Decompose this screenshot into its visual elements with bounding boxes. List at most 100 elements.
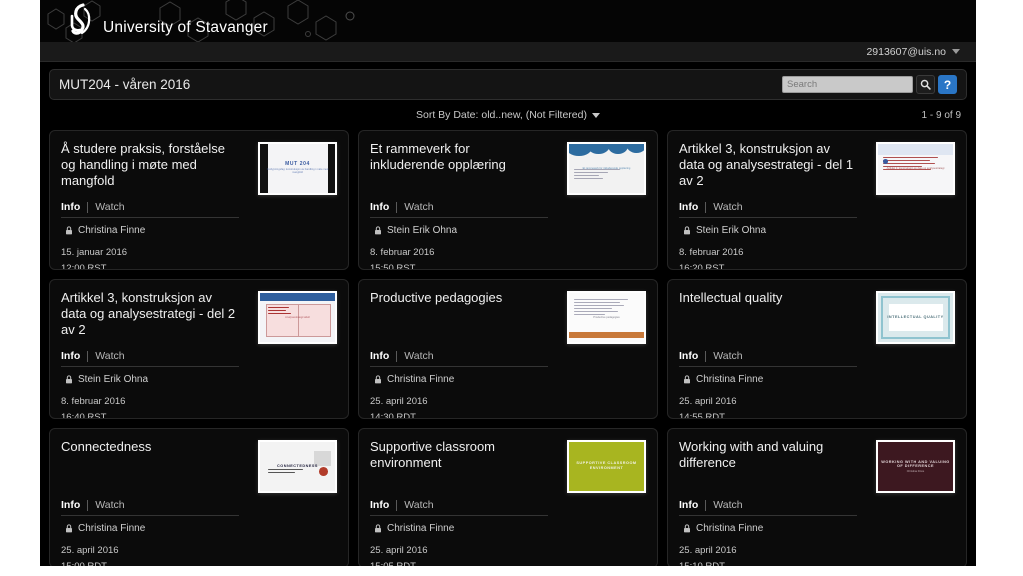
watch-link[interactable]: Watch — [404, 201, 433, 213]
session-card[interactable]: Productive pedagogies Productive pedagog… — [358, 279, 658, 419]
session-thumbnail[interactable]: SUPPORTIVE CLASSROOM ENVIRONMENT — [567, 440, 646, 493]
thumbnail-subtext: Analysestrategi tabell — [285, 316, 310, 320]
session-card[interactable]: Supportive classroom environment SUPPORT… — [358, 428, 658, 566]
card-links-row: Info Watch — [679, 499, 857, 516]
presenter-name: Christina Finne — [387, 374, 455, 385]
session-date: 8. februar 2016 — [370, 247, 435, 258]
session-date: 8. februar 2016 — [679, 247, 744, 258]
session-date: 25. april 2016 — [61, 545, 119, 556]
card-head: Et rammeverk for inkluderende opplæring … — [370, 141, 646, 195]
card-links-row: Info Watch — [679, 201, 857, 218]
link-separator — [87, 201, 89, 213]
session-meta: 25. april 2016 15:00 RDT 4 Minutes 6 Sec… — [61, 543, 337, 566]
info-link[interactable]: Info — [679, 350, 698, 362]
session-title: Et rammeverk for inkluderende opplæring — [370, 141, 506, 172]
session-thumbnail[interactable]: INTELLECTUAL QUALITY — [876, 291, 955, 344]
session-card[interactable]: Artikkel 3, konstruksjon av data og anal… — [667, 130, 967, 270]
session-meta: 25. april 2016 14:55 RDT 5 Minutes — [679, 394, 955, 418]
info-link[interactable]: Info — [370, 350, 389, 362]
thumbnail-subtext: Et rammeverk for inkluderende opplæring — [582, 167, 631, 171]
info-link[interactable]: Info — [679, 201, 698, 213]
watch-link[interactable]: Watch — [713, 499, 742, 511]
session-time: 12:00 RST — [61, 263, 107, 270]
watch-link[interactable]: Watch — [95, 499, 124, 511]
card-links-row: Info Watch — [61, 499, 239, 516]
thumbnail-image: SUPPORTIVE CLASSROOM ENVIRONMENT — [569, 442, 644, 491]
help-button[interactable]: ? — [938, 75, 957, 94]
session-thumbnail[interactable]: CONNECTEDNESS — [258, 440, 337, 493]
session-title: Working with and valuing difference — [679, 439, 824, 470]
info-link[interactable]: Info — [679, 499, 698, 511]
presenter-name: Stein Erik Ohna — [696, 225, 767, 236]
presenter-name: Christina Finne — [78, 523, 146, 534]
presenter-lock-icon — [375, 226, 381, 235]
user-email[interactable]: 2913607@uis.no — [866, 46, 946, 58]
session-card[interactable]: Et rammeverk for inkluderende opplæring … — [358, 130, 658, 270]
session-thumbnail[interactable]: MUT 204 Fordypningsfag: konstruksjon av … — [258, 142, 337, 195]
uis-logo-icon — [66, 3, 96, 37]
card-head: Connectedness CONNECTEDNESS — [61, 439, 337, 493]
presenter-lock-icon — [375, 524, 381, 533]
watch-link[interactable]: Watch — [713, 201, 742, 213]
thumb-blob-decor — [569, 144, 644, 163]
thumbnail-image: Productive pedagogies — [569, 293, 644, 342]
card-links-row: Info Watch — [370, 201, 548, 218]
session-time: 15:50 RST — [370, 263, 416, 270]
session-time: 15:10 RDT — [679, 559, 955, 566]
presenter-lock-icon — [684, 226, 690, 235]
sort-by-date-dropdown[interactable]: Sort By Date: old..new, (Not Filtered) — [416, 109, 600, 121]
watch-link[interactable]: Watch — [713, 350, 742, 362]
session-date: 25. april 2016 — [679, 545, 737, 556]
watch-link[interactable]: Watch — [404, 499, 433, 511]
watch-link[interactable]: Watch — [404, 350, 433, 362]
thumbnail-image: WORKING WITH AND VALUING OF DIFFERENCE C… — [878, 442, 953, 491]
session-title: Artikkel 3, konstruksjon av data og anal… — [61, 290, 236, 337]
link-separator — [396, 499, 398, 511]
session-card[interactable]: Connectedness CONNECTEDNESS Info Watch C… — [49, 428, 349, 566]
search-input[interactable] — [782, 76, 913, 93]
session-thumbnail[interactable]: Et rammeverk for inkluderende opplæring — [567, 142, 646, 195]
watch-link[interactable]: Watch — [95, 201, 124, 213]
chevron-down-icon[interactable] — [952, 49, 960, 54]
link-separator — [705, 201, 707, 213]
info-link[interactable]: Info — [61, 350, 80, 362]
presenter-row: Christina Finne — [679, 523, 955, 534]
session-thumbnail[interactable]: Analysestrategi tabell — [258, 291, 337, 344]
thumbnail-image: Analysestrategi tabell — [260, 293, 335, 342]
session-thumbnail[interactable]: WORKING WITH AND VALUING OF DIFFERENCE C… — [876, 440, 955, 493]
search-icon — [920, 79, 931, 90]
card-head: Å studere praksis, forståelse og handlin… — [61, 141, 337, 195]
page-title: MUT204 - våren 2016 — [59, 77, 191, 92]
presenter-row: Christina Finne — [370, 374, 646, 385]
result-count: 1 - 9 of 9 — [921, 109, 961, 121]
session-meta: 25. april 2016 15:10 RDT 6 Minutes 53 Se… — [679, 543, 955, 566]
session-card[interactable]: Artikkel 3, konstruksjon av data og anal… — [49, 279, 349, 419]
session-card[interactable]: Intellectual quality INTELLECTUAL QUALIT… — [667, 279, 967, 419]
presenter-lock-icon — [375, 375, 381, 384]
info-link[interactable]: Info — [61, 499, 80, 511]
presenter-name: Christina Finne — [696, 374, 764, 385]
presenter-row: Christina Finne — [679, 374, 955, 385]
link-separator — [396, 350, 398, 362]
info-link[interactable]: Info — [61, 201, 80, 213]
session-time: 16:40 RST — [61, 412, 107, 419]
session-card[interactable]: Working with and valuing difference WORK… — [667, 428, 967, 566]
presenter-lock-icon — [66, 524, 72, 533]
presenter-row: Stein Erik Ohna — [61, 374, 337, 385]
presenter-row: Christina Finne — [370, 523, 646, 534]
search-button[interactable] — [916, 75, 935, 94]
session-meta: 25. april 2016 15:05 RDT 3 Minutes 48 Se… — [370, 543, 646, 566]
info-link[interactable]: Info — [370, 499, 389, 511]
session-card-grid: Å studere praksis, forståelse og handlin… — [40, 126, 976, 566]
session-thumbnail[interactable]: Artikkel 3, konstruksjon av data og anal… — [876, 142, 955, 195]
info-link[interactable]: Info — [370, 201, 389, 213]
session-thumbnail[interactable]: Productive pedagogies — [567, 291, 646, 344]
thumbnail-label: MUT 204 — [285, 161, 310, 168]
link-separator — [87, 499, 89, 511]
watch-link[interactable]: Watch — [95, 350, 124, 362]
application-window: University of Stavanger 2913607@uis.no M… — [40, 0, 976, 566]
session-card[interactable]: Å studere praksis, forståelse og handlin… — [49, 130, 349, 270]
session-meta: 25. april 2016 14:30 RDT 10 Minutes 21 S… — [370, 394, 646, 418]
link-separator — [705, 499, 707, 511]
card-links-row: Info Watch — [61, 201, 239, 218]
